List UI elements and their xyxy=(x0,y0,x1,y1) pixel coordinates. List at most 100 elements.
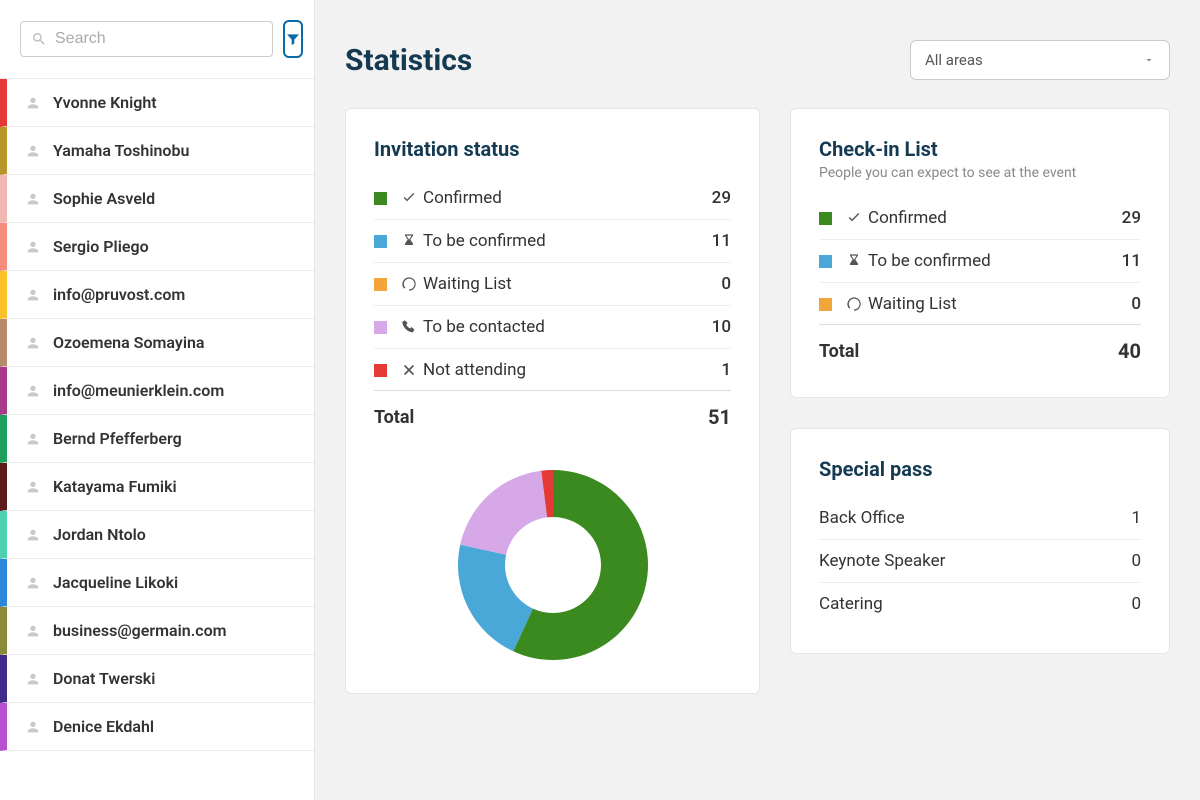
person-item[interactable]: Yvonne Knight xyxy=(0,79,314,127)
stat-value: 11 xyxy=(712,231,731,251)
color-square xyxy=(374,364,387,377)
filter-icon xyxy=(285,31,301,47)
stat-row: Not attending1 xyxy=(374,349,731,391)
special-pass-row: Back Office 1 xyxy=(819,497,1141,540)
col-left: Invitation status Confirmed29To be confi… xyxy=(345,108,760,694)
stat-value: 0 xyxy=(1131,294,1141,314)
checkin-stat-list: Confirmed29To be confirmed11Waiting List… xyxy=(819,197,1141,325)
person-item[interactable]: Sophie Asveld xyxy=(0,175,314,223)
search-input[interactable] xyxy=(55,30,262,48)
person-icon xyxy=(25,575,41,591)
person-name: Denice Ekdahl xyxy=(53,717,154,736)
person-name: Jacqueline Likoki xyxy=(53,573,178,592)
page-header: Statistics All areas xyxy=(345,40,1170,80)
invitation-status-list: Confirmed29To be confirmed11Waiting List… xyxy=(374,177,731,391)
invitation-donut-chart xyxy=(453,465,653,665)
people-list[interactable]: Yvonne Knight Yamaha Toshinobu Sophie Asve… xyxy=(0,79,314,800)
stat-label: Not attending xyxy=(423,360,721,380)
person-name: Yvonne Knight xyxy=(53,93,157,112)
checkin-list-card: Check-in List People you can expect to s… xyxy=(790,108,1170,398)
special-pass-row: Catering0 xyxy=(819,583,1141,625)
hourglass-icon xyxy=(401,233,417,249)
special-pass-label: Catering xyxy=(819,594,883,614)
person-name: Katayama Fumiki xyxy=(53,477,177,496)
special-pass-list: Back Office 1 Keynote Speaker 0 Catering0 xyxy=(819,497,1141,625)
person-name: Sergio Pliego xyxy=(53,237,149,256)
person-icon xyxy=(25,335,41,351)
checkin-subtitle: People you can expect to see at the even… xyxy=(819,165,1141,181)
page-title: Statistics xyxy=(345,43,472,78)
sidebar: Yvonne Knight Yamaha Toshinobu Sophie Asve… xyxy=(0,0,315,800)
checkin-total-label: Total xyxy=(819,341,859,362)
stat-label: To be confirmed xyxy=(423,231,712,251)
person-item[interactable]: Bernd Pfefferberg xyxy=(0,415,314,463)
person-icon xyxy=(25,95,41,111)
person-icon xyxy=(25,143,41,159)
invitation-donut-wrap xyxy=(374,435,731,665)
stat-label: Confirmed xyxy=(868,208,1122,228)
person-icon xyxy=(25,383,41,399)
person-icon xyxy=(25,527,41,543)
search-box[interactable] xyxy=(20,21,273,57)
person-icon xyxy=(25,479,41,495)
stat-label: To be confirmed xyxy=(868,251,1122,271)
color-square xyxy=(819,212,832,225)
person-icon xyxy=(25,671,41,687)
check-icon xyxy=(846,210,862,226)
person-name: Ozoemena Somayina xyxy=(53,333,205,352)
person-icon xyxy=(25,623,41,639)
phone-icon xyxy=(401,319,417,335)
invitation-status-title: Invitation status xyxy=(374,137,731,161)
stat-label: To be contacted xyxy=(423,317,712,337)
stat-value: 0 xyxy=(721,274,731,294)
person-name: Jordan Ntolo xyxy=(53,525,146,544)
person-icon xyxy=(25,191,41,207)
special-pass-row: Keynote Speaker 0 xyxy=(819,540,1141,583)
person-name: Donat Twerski xyxy=(53,669,155,688)
person-name: Yamaha Toshinobu xyxy=(53,141,189,160)
checkin-total-row: Total 40 xyxy=(819,324,1141,369)
person-item[interactable]: business@germain.com xyxy=(0,607,314,655)
special-pass-value: 1 xyxy=(1131,508,1141,528)
special-pass-label: Back Office xyxy=(819,508,905,528)
person-item[interactable]: Sergio Pliego xyxy=(0,223,314,271)
special-pass-label: Keynote Speaker xyxy=(819,551,945,571)
stat-value: 1 xyxy=(721,360,731,380)
stat-row: Waiting List0 xyxy=(374,263,731,306)
color-square xyxy=(374,235,387,248)
stat-row: To be confirmed11 xyxy=(819,240,1141,283)
person-item[interactable]: Donat Twerski xyxy=(0,655,314,703)
area-filter-label: All areas xyxy=(925,51,983,69)
invitation-total-label: Total xyxy=(374,407,414,428)
person-item[interactable]: Katayama Fumiki xyxy=(0,463,314,511)
stat-row: To be contacted10 xyxy=(374,306,731,349)
person-name: Bernd Pfefferberg xyxy=(53,429,182,448)
hourglass-icon xyxy=(846,253,862,269)
person-icon xyxy=(25,431,41,447)
search-icon xyxy=(31,31,47,47)
x-icon xyxy=(401,362,417,378)
person-item[interactable]: info@pruvost.com xyxy=(0,271,314,319)
stat-row: Waiting List0 xyxy=(819,283,1141,325)
person-item[interactable]: Yamaha Toshinobu xyxy=(0,127,314,175)
stat-label: Confirmed xyxy=(423,188,712,208)
cards-row: Invitation status Confirmed29To be confi… xyxy=(345,108,1170,694)
area-filter-select[interactable]: All areas xyxy=(910,40,1170,80)
color-square xyxy=(374,321,387,334)
stat-value: 10 xyxy=(712,317,731,337)
chevron-down-icon xyxy=(1143,54,1155,66)
person-item[interactable]: info@meunierklein.com xyxy=(0,367,314,415)
person-item[interactable]: Ozoemena Somayina xyxy=(0,319,314,367)
checkin-title: Check-in List xyxy=(819,137,1141,161)
special-pass-value: 0 xyxy=(1131,551,1141,571)
person-item[interactable]: Jacqueline Likoki xyxy=(0,559,314,607)
person-icon xyxy=(25,719,41,735)
invitation-total-value: 51 xyxy=(708,405,731,429)
invitation-total-row: Total 51 xyxy=(374,390,731,435)
person-name: info@meunierklein.com xyxy=(53,381,224,400)
color-square xyxy=(374,192,387,205)
person-item[interactable]: Denice Ekdahl xyxy=(0,703,314,751)
filter-button[interactable] xyxy=(283,20,303,58)
invitation-status-card: Invitation status Confirmed29To be confi… xyxy=(345,108,760,694)
person-item[interactable]: Jordan Ntolo xyxy=(0,511,314,559)
